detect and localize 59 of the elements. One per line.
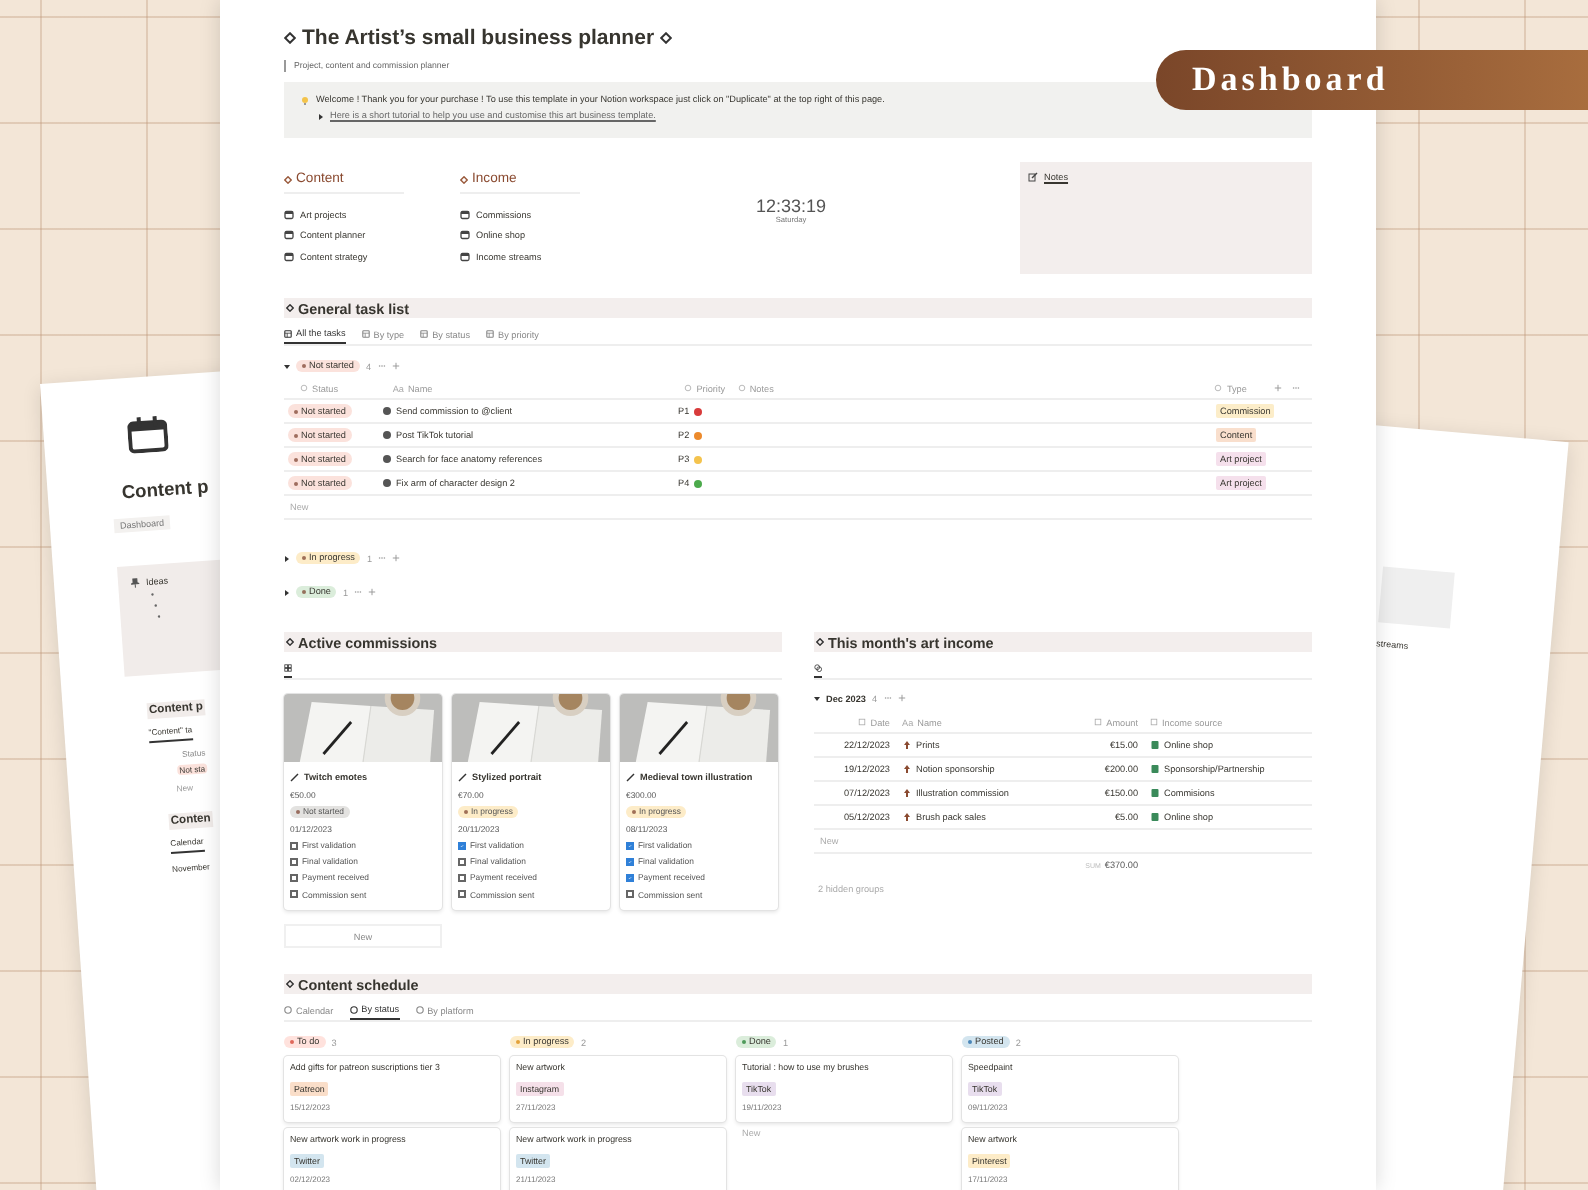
circle-icon bbox=[349, 1005, 358, 1013]
checkbox[interactable] bbox=[626, 841, 634, 850]
page-icon bbox=[460, 230, 470, 241]
diamond-icon bbox=[286, 304, 294, 312]
page-title: Content p bbox=[121, 476, 209, 503]
diamond-icon bbox=[816, 638, 824, 646]
page-icon bbox=[460, 209, 470, 220]
checkbox[interactable] bbox=[458, 857, 466, 866]
checkbox[interactable] bbox=[290, 873, 298, 882]
table-icon bbox=[486, 330, 494, 338]
view-tab[interactable] bbox=[814, 658, 822, 678]
checkbox[interactable] bbox=[458, 890, 466, 899]
caret-icon[interactable] bbox=[318, 113, 324, 119]
table-icon bbox=[420, 330, 429, 338]
checkbox[interactable] bbox=[290, 857, 298, 866]
bullet-list-drawing bbox=[150, 592, 161, 619]
circle-icon bbox=[415, 1006, 424, 1014]
column-icon bbox=[858, 718, 867, 726]
caret-icon[interactable] bbox=[284, 555, 290, 561]
clock-time: 12:33:19 bbox=[753, 196, 829, 216]
pencil-icon bbox=[290, 772, 300, 782]
diamond-icon bbox=[284, 32, 296, 44]
caret-icon[interactable] bbox=[284, 589, 290, 595]
checkbox[interactable] bbox=[290, 841, 298, 850]
checkbox[interactable] bbox=[626, 873, 634, 882]
table-icon bbox=[361, 330, 370, 338]
page-icon bbox=[284, 209, 294, 220]
diamond-icon bbox=[286, 980, 294, 988]
column-icon bbox=[1094, 718, 1103, 726]
page-icon bbox=[460, 251, 470, 262]
diamond-icon bbox=[284, 175, 292, 183]
gallery-icon bbox=[284, 663, 292, 671]
diamond-icon bbox=[286, 638, 294, 646]
gallery-view-tab[interactable] bbox=[284, 658, 292, 678]
diamond-icon bbox=[460, 175, 468, 183]
bulb-icon bbox=[300, 95, 310, 105]
page-icon bbox=[284, 230, 294, 241]
column-icon bbox=[737, 384, 746, 392]
checkbox[interactable] bbox=[458, 873, 466, 882]
diamond-icon bbox=[660, 32, 673, 44]
checkbox[interactable] bbox=[626, 890, 634, 899]
column-icon bbox=[1150, 718, 1158, 726]
pencil-icon bbox=[458, 772, 468, 782]
checkbox[interactable] bbox=[626, 857, 634, 866]
page-title: The Artist’s small business planner bbox=[302, 26, 655, 50]
table-icon bbox=[284, 329, 292, 337]
checkbox[interactable] bbox=[290, 890, 298, 899]
placeholder-block bbox=[1378, 566, 1455, 629]
circle-icon bbox=[284, 1006, 292, 1014]
caret-icon[interactable] bbox=[814, 695, 820, 701]
dashboard-banner: Dashboard bbox=[1156, 50, 1588, 110]
calendar-icon bbox=[126, 415, 169, 454]
column-icon bbox=[684, 384, 693, 392]
column-icon bbox=[1214, 384, 1223, 392]
page-icon bbox=[284, 251, 294, 262]
column-icon bbox=[300, 384, 308, 392]
pencil-icon bbox=[1028, 172, 1038, 182]
checkbox[interactable] bbox=[458, 841, 466, 850]
pencil-icon bbox=[626, 772, 636, 782]
